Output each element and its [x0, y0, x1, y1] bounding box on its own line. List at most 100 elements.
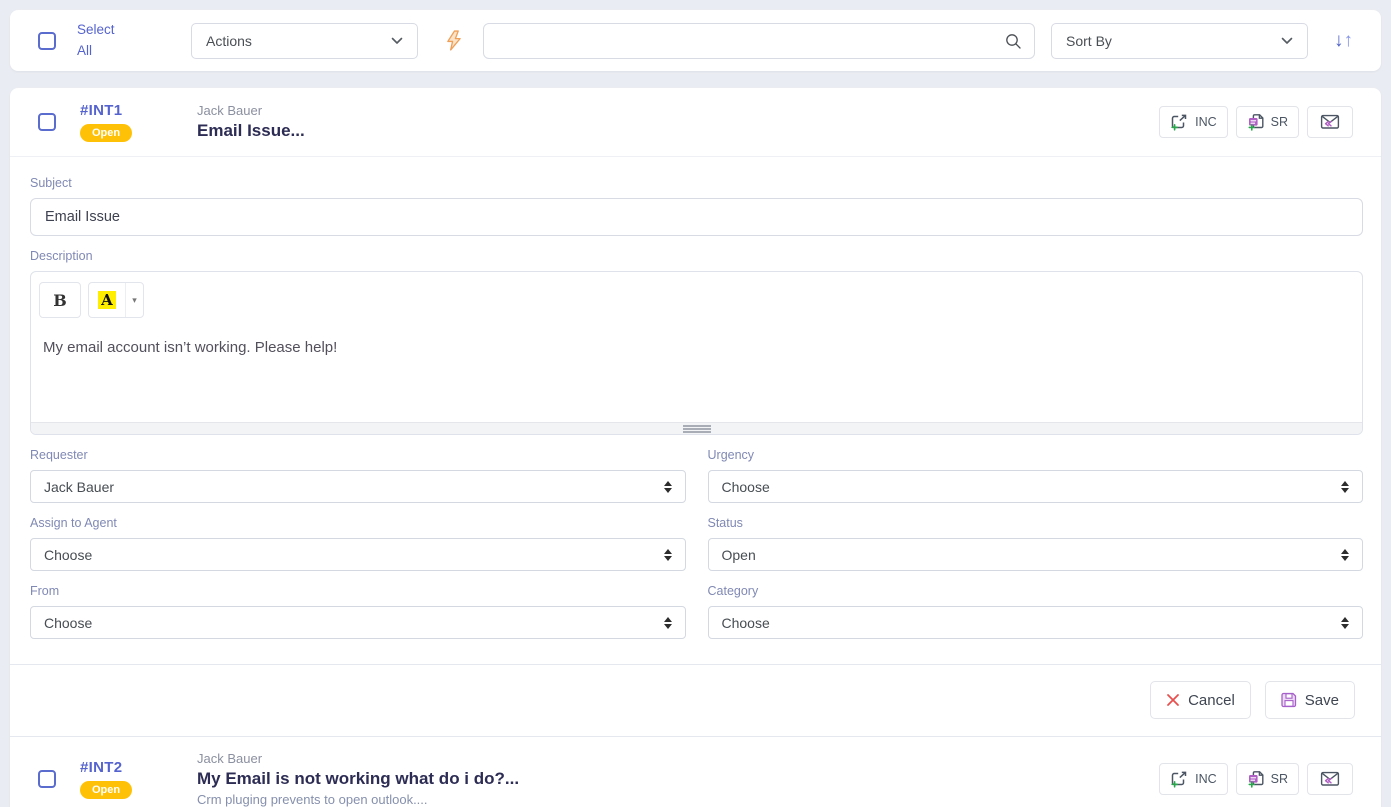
ticket-snippet: Crm pluging prevents to open outlook....: [197, 792, 1159, 807]
search-input[interactable]: [496, 24, 1004, 58]
select-spinner-icon: [664, 481, 672, 493]
highlight-color-caret-button[interactable]: ▾: [125, 283, 143, 317]
form-footer: Cancel Save: [10, 664, 1381, 736]
select-all-checkbox[interactable]: [38, 32, 56, 50]
convert-to-incident-button[interactable]: INC: [1159, 763, 1228, 795]
ticket-title: Email Issue...: [197, 121, 1159, 141]
select-spinner-icon: [1341, 617, 1349, 629]
status-label: Status: [708, 516, 1364, 530]
ticket-actions: INC SR: [1159, 763, 1353, 795]
search-box: [483, 23, 1035, 59]
subject-label: Subject: [30, 176, 1363, 190]
urgency-field: Urgency Choose: [708, 435, 1364, 503]
from-label: From: [30, 584, 686, 598]
search-icon[interactable]: [1004, 32, 1022, 50]
select-spinner-icon: [1341, 481, 1349, 493]
assign-to-agent-select-value: Choose: [44, 547, 92, 563]
ticket-id-column: #INT2 Open: [80, 759, 175, 799]
category-label: Category: [708, 584, 1364, 598]
reply-email-icon: [1320, 114, 1340, 130]
resize-grip-icon: [683, 425, 711, 433]
convert-to-incident-button[interactable]: INC: [1159, 106, 1228, 138]
category-select-value: Choose: [722, 615, 770, 631]
from-field: From Choose: [30, 571, 686, 639]
assign-to-agent-field: Assign to Agent Choose: [30, 503, 686, 571]
convert-to-service-request-label: SR: [1271, 772, 1288, 786]
select-spinner-icon: [664, 549, 672, 561]
editor-resize-bar[interactable]: [31, 422, 1362, 434]
cancel-button[interactable]: Cancel: [1150, 681, 1251, 719]
description-label: Description: [30, 249, 1363, 263]
status-select[interactable]: Open: [708, 538, 1364, 571]
convert-to-service-request-label: SR: [1271, 115, 1288, 129]
cancel-button-label: Cancel: [1188, 692, 1235, 709]
actions-dropdown-value: Actions: [206, 33, 252, 49]
status-select-value: Open: [722, 547, 756, 563]
ticket-row-int1[interactable]: #INT1 Open Jack Bauer Email Issue... INC: [10, 88, 1381, 157]
requester-select-value: Jack Bauer: [44, 479, 114, 495]
urgency-label: Urgency: [708, 448, 1364, 462]
reply-email-icon: [1320, 771, 1340, 787]
convert-to-service-request-button[interactable]: SR: [1236, 106, 1299, 138]
toolbar: Select All Actions Sort By ↓↑: [10, 10, 1381, 71]
chevron-down-icon: [391, 37, 403, 45]
ticket-summary: Jack Bauer My Email is not working what …: [197, 751, 1159, 807]
ticket-row-int2[interactable]: #INT2 Open Jack Bauer My Email is not wo…: [10, 736, 1381, 807]
convert-to-incident-label: INC: [1195, 772, 1217, 786]
forward-email-button[interactable]: [1307, 763, 1353, 795]
add-incident-icon: [1170, 770, 1190, 789]
from-select[interactable]: Choose: [30, 606, 686, 639]
add-service-request-icon: [1247, 113, 1266, 132]
bold-button-label: B: [53, 291, 67, 310]
quick-actions-bolt-button[interactable]: [445, 30, 462, 51]
ticket-actions: INC SR: [1159, 106, 1353, 138]
ticket-id: #INT2: [80, 759, 122, 776]
description-editor: B A ▾ My email account isn’t working. Pl…: [30, 271, 1363, 435]
convert-to-service-request-button[interactable]: SR: [1236, 763, 1299, 795]
sort-ascending-arrow-icon: ↑: [1344, 30, 1354, 52]
select-spinner-icon: [1341, 549, 1349, 561]
ticket-id-column: #INT1 Open: [80, 102, 175, 142]
ticket-checkbox[interactable]: [38, 770, 56, 788]
caret-down-icon: ▾: [132, 295, 137, 306]
save-button-label: Save: [1305, 692, 1339, 709]
select-all-label[interactable]: Select All: [77, 20, 129, 61]
convert-to-incident-label: INC: [1195, 115, 1217, 129]
ticket-fields-grid: Requester Jack Bauer Urgency Choose Assi…: [30, 435, 1363, 639]
requester-field: Requester Jack Bauer: [30, 435, 686, 503]
assign-to-agent-select[interactable]: Choose: [30, 538, 686, 571]
sort-direction-toggle[interactable]: ↓↑: [1334, 30, 1353, 52]
category-field: Category Choose: [708, 571, 1364, 639]
bold-button[interactable]: B: [39, 282, 81, 318]
lightning-bolt-icon: [445, 30, 462, 51]
category-select[interactable]: Choose: [708, 606, 1364, 639]
ticket-requester-name: Jack Bauer: [197, 751, 1159, 766]
highlight-color-label: A: [98, 291, 116, 309]
sort-by-dropdown-value: Sort By: [1066, 33, 1112, 49]
floppy-save-icon: [1281, 692, 1297, 708]
description-content[interactable]: My email account isn’t working. Please h…: [31, 322, 1362, 422]
sort-descending-arrow-icon: ↓: [1334, 30, 1344, 52]
ticket-edit-form: Subject Description B A ▾ My email accou…: [10, 176, 1381, 639]
highlight-color-split-button: A ▾: [88, 282, 144, 318]
ticket-title: My Email is not working what do i do?...: [197, 769, 1159, 789]
from-select-value: Choose: [44, 615, 92, 631]
actions-dropdown[interactable]: Actions: [191, 23, 418, 59]
sort-by-dropdown[interactable]: Sort By: [1051, 23, 1308, 59]
urgency-select[interactable]: Choose: [708, 470, 1364, 503]
status-badge: Open: [80, 124, 132, 142]
subject-input[interactable]: [30, 198, 1363, 236]
requester-label: Requester: [30, 448, 686, 462]
add-service-request-icon: [1247, 770, 1266, 789]
urgency-select-value: Choose: [722, 479, 770, 495]
requester-select[interactable]: Jack Bauer: [30, 470, 686, 503]
save-button[interactable]: Save: [1265, 681, 1355, 719]
highlight-color-button[interactable]: A: [89, 283, 125, 317]
select-spinner-icon: [664, 617, 672, 629]
forward-email-button[interactable]: [1307, 106, 1353, 138]
ticket-checkbox[interactable]: [38, 113, 56, 131]
chevron-down-icon: [1281, 37, 1293, 45]
close-x-icon: [1166, 693, 1180, 707]
add-incident-icon: [1170, 113, 1190, 132]
ticket-id: #INT1: [80, 102, 122, 119]
